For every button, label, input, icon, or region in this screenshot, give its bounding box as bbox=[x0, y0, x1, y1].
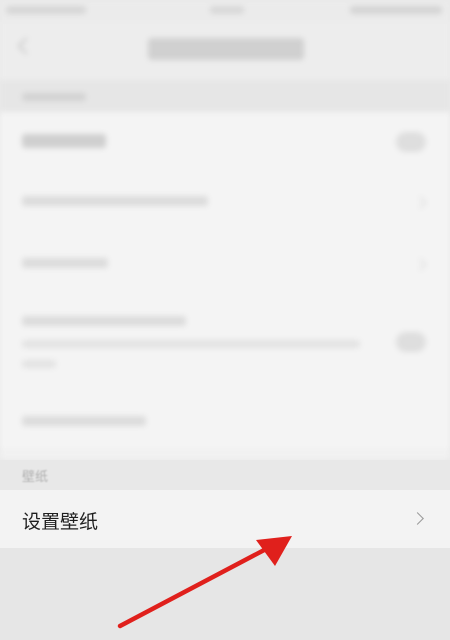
status-bar-time-blur bbox=[210, 6, 244, 14]
setting-description-blur bbox=[22, 340, 360, 348]
setting-label-blur bbox=[22, 258, 108, 268]
blurred-background-content bbox=[0, 0, 450, 460]
setting-label-blur bbox=[22, 316, 186, 326]
wallpaper-section-header: 壁纸 bbox=[0, 460, 450, 490]
setting-toggle-blur[interactable] bbox=[396, 132, 426, 152]
setting-description-blur bbox=[22, 360, 56, 368]
chevron-right-icon bbox=[414, 196, 427, 209]
chevron-right-icon bbox=[411, 512, 424, 525]
section-header-blur bbox=[0, 80, 450, 112]
set-wallpaper-label: 设置壁纸 bbox=[22, 511, 99, 533]
bottom-background bbox=[0, 548, 450, 640]
setting-label-blur bbox=[22, 416, 146, 426]
setting-toggle-blur[interactable] bbox=[396, 332, 426, 352]
status-bar bbox=[0, 0, 450, 22]
back-icon[interactable] bbox=[17, 37, 35, 55]
wallpaper-section-title: 壁纸 bbox=[22, 470, 49, 485]
settings-card-blur bbox=[0, 112, 450, 448]
section-label-blur bbox=[22, 93, 86, 101]
status-bar-right-blur bbox=[350, 6, 442, 14]
nav-bar bbox=[0, 22, 450, 80]
status-bar-left-blur bbox=[6, 6, 86, 14]
chevron-right-icon bbox=[414, 258, 427, 271]
setting-label-blur bbox=[22, 134, 106, 148]
page-title-blur bbox=[148, 38, 304, 60]
setting-label-blur bbox=[22, 196, 208, 206]
set-wallpaper-row[interactable]: 设置壁纸 bbox=[0, 490, 450, 548]
